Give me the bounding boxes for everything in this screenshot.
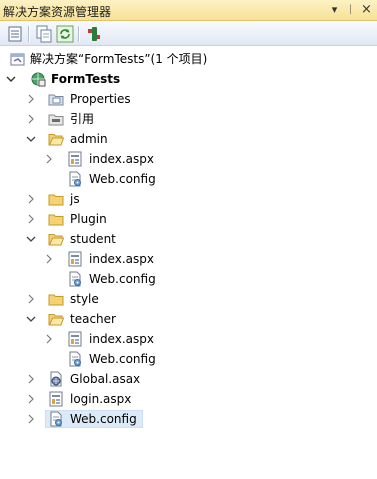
panel-title: 解决方案资源管理器 bbox=[3, 5, 112, 19]
tree-item-label: js bbox=[70, 192, 80, 206]
chevron-right-icon[interactable] bbox=[26, 293, 36, 305]
tree-item-label: Web.config bbox=[70, 412, 137, 426]
tree-item-label: index.aspx bbox=[89, 332, 154, 346]
tree-item-label: Properties bbox=[70, 92, 131, 106]
aspx-file-icon bbox=[49, 391, 63, 407]
tree-item-label: Global.asax bbox=[70, 372, 141, 386]
tree-item-label: admin bbox=[70, 132, 108, 146]
tree-item[interactable]: Web.config bbox=[0, 169, 377, 189]
tree-item-label: style bbox=[70, 292, 99, 306]
chevron-down-icon[interactable] bbox=[26, 133, 36, 145]
show-all-files-icon bbox=[36, 25, 52, 43]
show-all-files-button[interactable] bbox=[35, 25, 53, 43]
folder-icon bbox=[48, 214, 64, 226]
close-button[interactable]: × bbox=[360, 3, 373, 17]
solution-explorer-toolbar bbox=[0, 22, 377, 46]
toolbar-separator bbox=[28, 26, 30, 42]
tree-item[interactable]: student bbox=[0, 229, 377, 249]
aspx-file-icon bbox=[68, 251, 82, 267]
tree-item[interactable]: Web.config bbox=[0, 349, 377, 369]
tree-item[interactable]: teacher bbox=[0, 309, 377, 329]
tree-item-label: Plugin bbox=[70, 212, 107, 226]
window-position-button[interactable]: ▾ bbox=[328, 3, 341, 17]
panel-titlebar: 解决方案资源管理器 ▾ ᛁ × bbox=[0, 0, 377, 21]
tree-item-solution[interactable]: 解决方案“FormTests”(1 个项目) bbox=[0, 49, 377, 69]
properties-button[interactable] bbox=[6, 25, 24, 43]
chevron-right-icon[interactable] bbox=[44, 253, 54, 265]
chevron-right-icon[interactable] bbox=[26, 213, 36, 225]
solution-icon bbox=[10, 53, 25, 66]
tree-item[interactable]: Web.config bbox=[0, 409, 377, 429]
chevron-down-icon[interactable] bbox=[26, 233, 36, 245]
chevron-right-icon[interactable] bbox=[26, 93, 36, 105]
chevron-right-icon[interactable] bbox=[26, 393, 36, 405]
chevron-right-icon[interactable] bbox=[44, 153, 54, 165]
tree-item-label: 引用 bbox=[70, 112, 95, 126]
tree-item-label: index.aspx bbox=[89, 252, 154, 266]
chevron-down-icon[interactable] bbox=[6, 73, 16, 85]
auto-hide-pin-button[interactable]: ᛁ bbox=[344, 3, 357, 17]
chevron-right-icon[interactable] bbox=[26, 413, 36, 425]
asax-file-icon bbox=[50, 371, 62, 387]
config-file-icon bbox=[69, 351, 81, 367]
config-file-icon bbox=[50, 411, 62, 427]
chevron-right-icon[interactable] bbox=[26, 373, 36, 385]
solution-label: 解决方案“FormTests”(1 个项目) bbox=[30, 52, 208, 66]
properties-icon bbox=[8, 26, 22, 42]
tree-item[interactable]: index.aspx bbox=[0, 329, 377, 349]
tree-item-label: login.aspx bbox=[70, 392, 132, 406]
chevron-right-icon[interactable] bbox=[26, 113, 36, 125]
web-project-icon bbox=[31, 72, 46, 87]
tree-item[interactable]: style bbox=[0, 289, 377, 309]
references-icon bbox=[48, 114, 64, 126]
tree-item[interactable]: admin bbox=[0, 129, 377, 149]
folder-open-icon bbox=[48, 314, 64, 326]
tree-item[interactable]: login.aspx bbox=[0, 389, 377, 409]
tree-item[interactable]: Web.config bbox=[0, 269, 377, 289]
tree-item-label: student bbox=[70, 232, 116, 246]
folder-icon bbox=[48, 194, 64, 206]
tree-item-label: Web.config bbox=[89, 352, 156, 366]
tree-item-project[interactable]: FormTests bbox=[0, 69, 377, 89]
tree-item[interactable]: Global.asax bbox=[0, 369, 377, 389]
chevron-down-icon[interactable] bbox=[26, 313, 36, 325]
folder-icon bbox=[48, 294, 64, 306]
chevron-right-icon[interactable] bbox=[26, 193, 36, 205]
aspx-file-icon bbox=[68, 151, 82, 167]
aspx-file-icon bbox=[68, 331, 82, 347]
refresh-button[interactable] bbox=[56, 25, 74, 43]
tree-item[interactable]: 引用 bbox=[0, 109, 377, 129]
chevron-right-icon[interactable] bbox=[44, 333, 54, 345]
tree-item[interactable]: Plugin bbox=[0, 209, 377, 229]
tree-item-label: Web.config bbox=[89, 272, 156, 286]
tree-item[interactable]: Properties bbox=[0, 89, 377, 109]
tree-item[interactable]: index.aspx bbox=[0, 249, 377, 269]
tree-item[interactable]: js bbox=[0, 189, 377, 209]
config-file-icon bbox=[69, 171, 81, 187]
tree-item-label: Web.config bbox=[89, 172, 156, 186]
refresh-icon bbox=[56, 25, 74, 43]
tree-item[interactable]: index.aspx bbox=[0, 149, 377, 169]
toolbar-separator bbox=[78, 26, 80, 42]
folder-open-icon bbox=[48, 134, 64, 146]
view-code-button[interactable] bbox=[85, 25, 103, 43]
view-code-icon bbox=[88, 27, 100, 41]
project-label: FormTests bbox=[51, 72, 121, 86]
config-file-icon bbox=[69, 271, 81, 287]
properties-folder-icon bbox=[48, 94, 64, 106]
folder-open-icon bbox=[48, 234, 64, 246]
tree-item-label: teacher bbox=[70, 312, 116, 326]
tree-item-label: index.aspx bbox=[89, 152, 154, 166]
